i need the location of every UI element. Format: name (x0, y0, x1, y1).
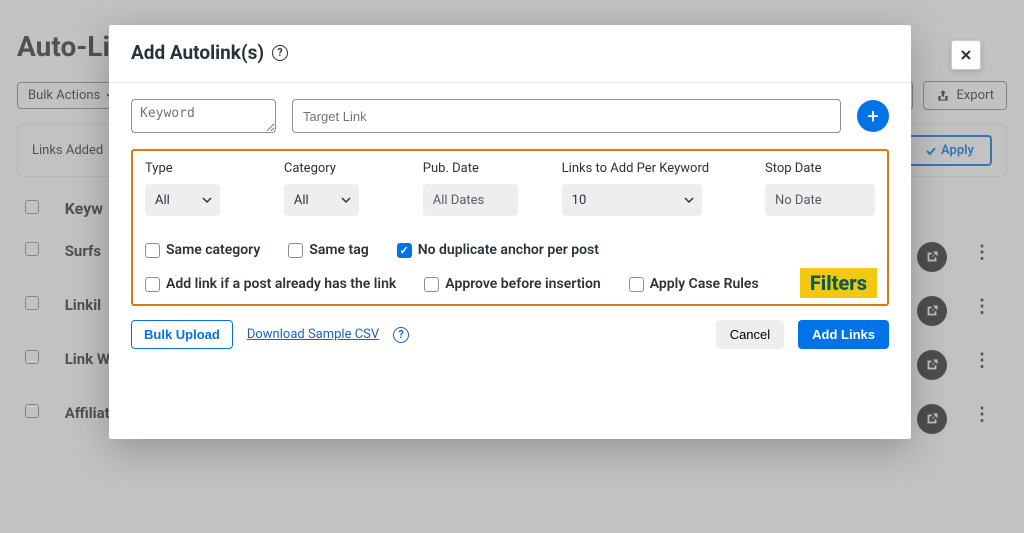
check-same-category[interactable]: Same category (145, 242, 260, 258)
type-label: Type (145, 161, 274, 176)
add-links-button[interactable]: Add Links (798, 320, 889, 349)
chevron-down-icon (684, 195, 694, 205)
close-icon (960, 49, 972, 61)
check-case-rules[interactable]: Apply Case Rules (629, 276, 759, 292)
category-label: Category (284, 161, 413, 176)
check-approve-insert[interactable]: Approve before insertion (424, 276, 600, 292)
type-value: All (155, 193, 170, 208)
check-same-tag[interactable]: Same tag (288, 242, 368, 258)
check-add-if-exists[interactable]: Add link if a post already has the link (145, 276, 396, 292)
bulk-upload-button[interactable]: Bulk Upload (131, 320, 233, 349)
perkeyword-select[interactable]: 10 (562, 184, 702, 216)
download-csv-link[interactable]: Download Sample CSV (247, 327, 379, 342)
add-autolink-modal: Add Autolink(s) ? + Type All (109, 25, 911, 439)
check-label: Same category (166, 242, 260, 258)
stopdate-value: No Date (775, 193, 822, 208)
type-select[interactable]: All (145, 184, 220, 216)
keyword-input[interactable] (131, 99, 276, 133)
perkeyword-label: Links to Add Per Keyword (562, 161, 755, 176)
perkeyword-value: 10 (572, 193, 587, 208)
chevron-down-icon (341, 195, 351, 205)
category-select[interactable]: All (284, 184, 359, 216)
chevron-down-icon (202, 195, 212, 205)
pubdate-input[interactable]: All Dates (423, 184, 518, 216)
modal-title: Add Autolink(s) (131, 41, 264, 64)
help-icon[interactable]: ? (393, 327, 409, 343)
close-button[interactable] (951, 40, 981, 70)
stopdate-input[interactable]: No Date (765, 184, 875, 216)
check-label: Add link if a post already has the link (166, 276, 396, 292)
stopdate-label: Stop Date (765, 161, 875, 176)
help-icon[interactable]: ? (272, 45, 288, 61)
check-label: Approve before insertion (445, 276, 600, 292)
check-label: Same tag (309, 242, 368, 258)
check-no-duplicate[interactable]: No duplicate anchor per post (397, 242, 599, 258)
add-row-button[interactable]: + (857, 100, 889, 132)
filters-badge: Filters (800, 268, 877, 298)
pubdate-label: Pub. Date (423, 161, 552, 176)
check-label: Apply Case Rules (650, 276, 759, 292)
pubdate-value: All Dates (433, 193, 485, 208)
filters-panel: Type All Category All (131, 149, 889, 306)
category-value: All (294, 193, 309, 208)
check-label: No duplicate anchor per post (418, 242, 599, 258)
cancel-button[interactable]: Cancel (716, 320, 784, 349)
target-link-input[interactable] (292, 99, 841, 133)
